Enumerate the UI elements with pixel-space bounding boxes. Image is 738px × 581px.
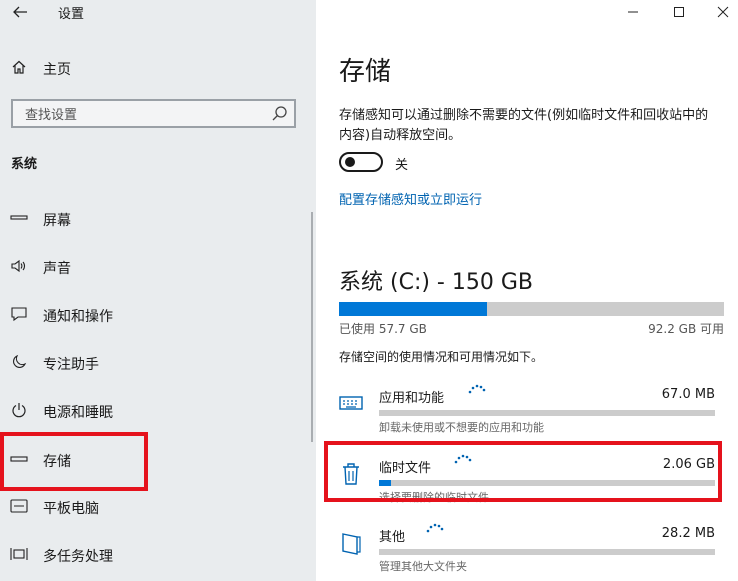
category-size: 67.0 MB — [661, 387, 715, 402]
category-description: 管理其他大文件夹 — [379, 560, 467, 573]
toggle-state-label: 关 — [395, 158, 409, 173]
power-icon — [10, 401, 28, 419]
drive-title: 系统 (C:) - 150 GB — [339, 270, 533, 295]
sidebar-item-label: 通知和操作 — [43, 309, 113, 325]
close-button[interactable] — [708, 0, 738, 24]
sidebar-item-sound[interactable]: 声音 — [0, 247, 300, 287]
sidebar-item-display[interactable]: 屏幕 — [0, 199, 300, 239]
page-title: 存储 — [339, 57, 392, 87]
category-name: 应用和功能 — [379, 391, 445, 406]
display-icon — [10, 209, 28, 227]
drive-usage-fill — [339, 302, 488, 316]
storage-sense-toggle[interactable] — [339, 152, 383, 172]
section-title: 系统 — [11, 157, 38, 172]
window-title: 设置 — [58, 7, 85, 22]
category-apps[interactable]: 应用和功能 67.0 MB 卸载未使用或不想要的应用和功能 — [334, 384, 719, 441]
storage-sense-description: 存储感知可以通过删除不需要的文件(例如临时文件和回收站中的内容)自动释放空间。 — [339, 108, 709, 143]
home-icon — [10, 58, 28, 76]
sidebar-item-label: 电源和睡眠 — [43, 405, 113, 421]
search-input[interactable] — [23, 105, 267, 125]
highlight-box-temp-files — [324, 441, 722, 502]
search-icon — [272, 106, 287, 121]
close-icon — [717, 6, 729, 18]
minimize-icon — [628, 11, 638, 13]
multitask-icon — [10, 545, 28, 563]
sidebar-item-label: 专注助手 — [43, 357, 99, 373]
category-size: 28.2 MB — [661, 526, 715, 541]
sidebar-item-notifications[interactable]: 通知和操作 — [0, 295, 300, 335]
sidebar: 设置 主页 系统 屏幕 声音 通知和操作 专注助 — [0, 0, 316, 581]
sidebar-item-label: 屏幕 — [43, 213, 71, 229]
sidebar-item-tablet[interactable]: 平板电脑 — [0, 487, 300, 527]
available-space-label: 92.2 GB 可用 — [648, 322, 724, 336]
sidebar-item-label: 声音 — [43, 261, 71, 277]
speaker-icon — [10, 257, 28, 275]
minimize-button[interactable] — [618, 0, 648, 24]
maximize-icon — [674, 7, 684, 17]
category-description: 卸载未使用或不想要的应用和功能 — [379, 421, 544, 434]
tablet-icon — [10, 497, 28, 515]
sidebar-item-home[interactable]: 主页 — [0, 48, 300, 88]
sidebar-scrollbar[interactable] — [311, 212, 313, 442]
search-field[interactable] — [11, 99, 296, 128]
used-space-label: 已使用 57.7 GB — [339, 322, 427, 336]
maximize-button[interactable] — [664, 0, 694, 24]
category-name: 其他 — [379, 530, 406, 545]
category-usage-bar — [379, 410, 715, 416]
sidebar-item-label: 多任务处理 — [43, 549, 113, 565]
sidebar-item-label: 主页 — [43, 62, 71, 78]
loading-spinner-icon — [426, 523, 444, 533]
highlight-box-storage — [0, 432, 148, 491]
sidebar-item-focus-assist[interactable]: 专注助手 — [0, 343, 300, 383]
category-usage-bar — [379, 549, 715, 555]
configure-storage-sense-link[interactable]: 配置存储感知或立即运行 — [339, 189, 482, 208]
back-button[interactable] — [8, 0, 32, 24]
usage-description: 存储空间的使用情况和可用情况如下。 — [339, 350, 544, 364]
toggle-knob — [345, 157, 355, 167]
sidebar-item-label: 平板电脑 — [43, 501, 99, 517]
sidebar-item-multitasking[interactable]: 多任务处理 — [0, 535, 300, 575]
notification-icon — [10, 305, 28, 323]
moon-icon — [10, 353, 28, 371]
category-other[interactable]: 其他 28.2 MB 管理其他大文件夹 — [334, 523, 719, 580]
arrow-left-icon — [13, 6, 27, 18]
folder-icon — [342, 533, 361, 555]
drive-usage-bar — [339, 302, 724, 316]
apps-icon — [339, 396, 363, 410]
loading-spinner-icon — [468, 384, 486, 394]
sidebar-item-power[interactable]: 电源和睡眠 — [0, 391, 300, 431]
